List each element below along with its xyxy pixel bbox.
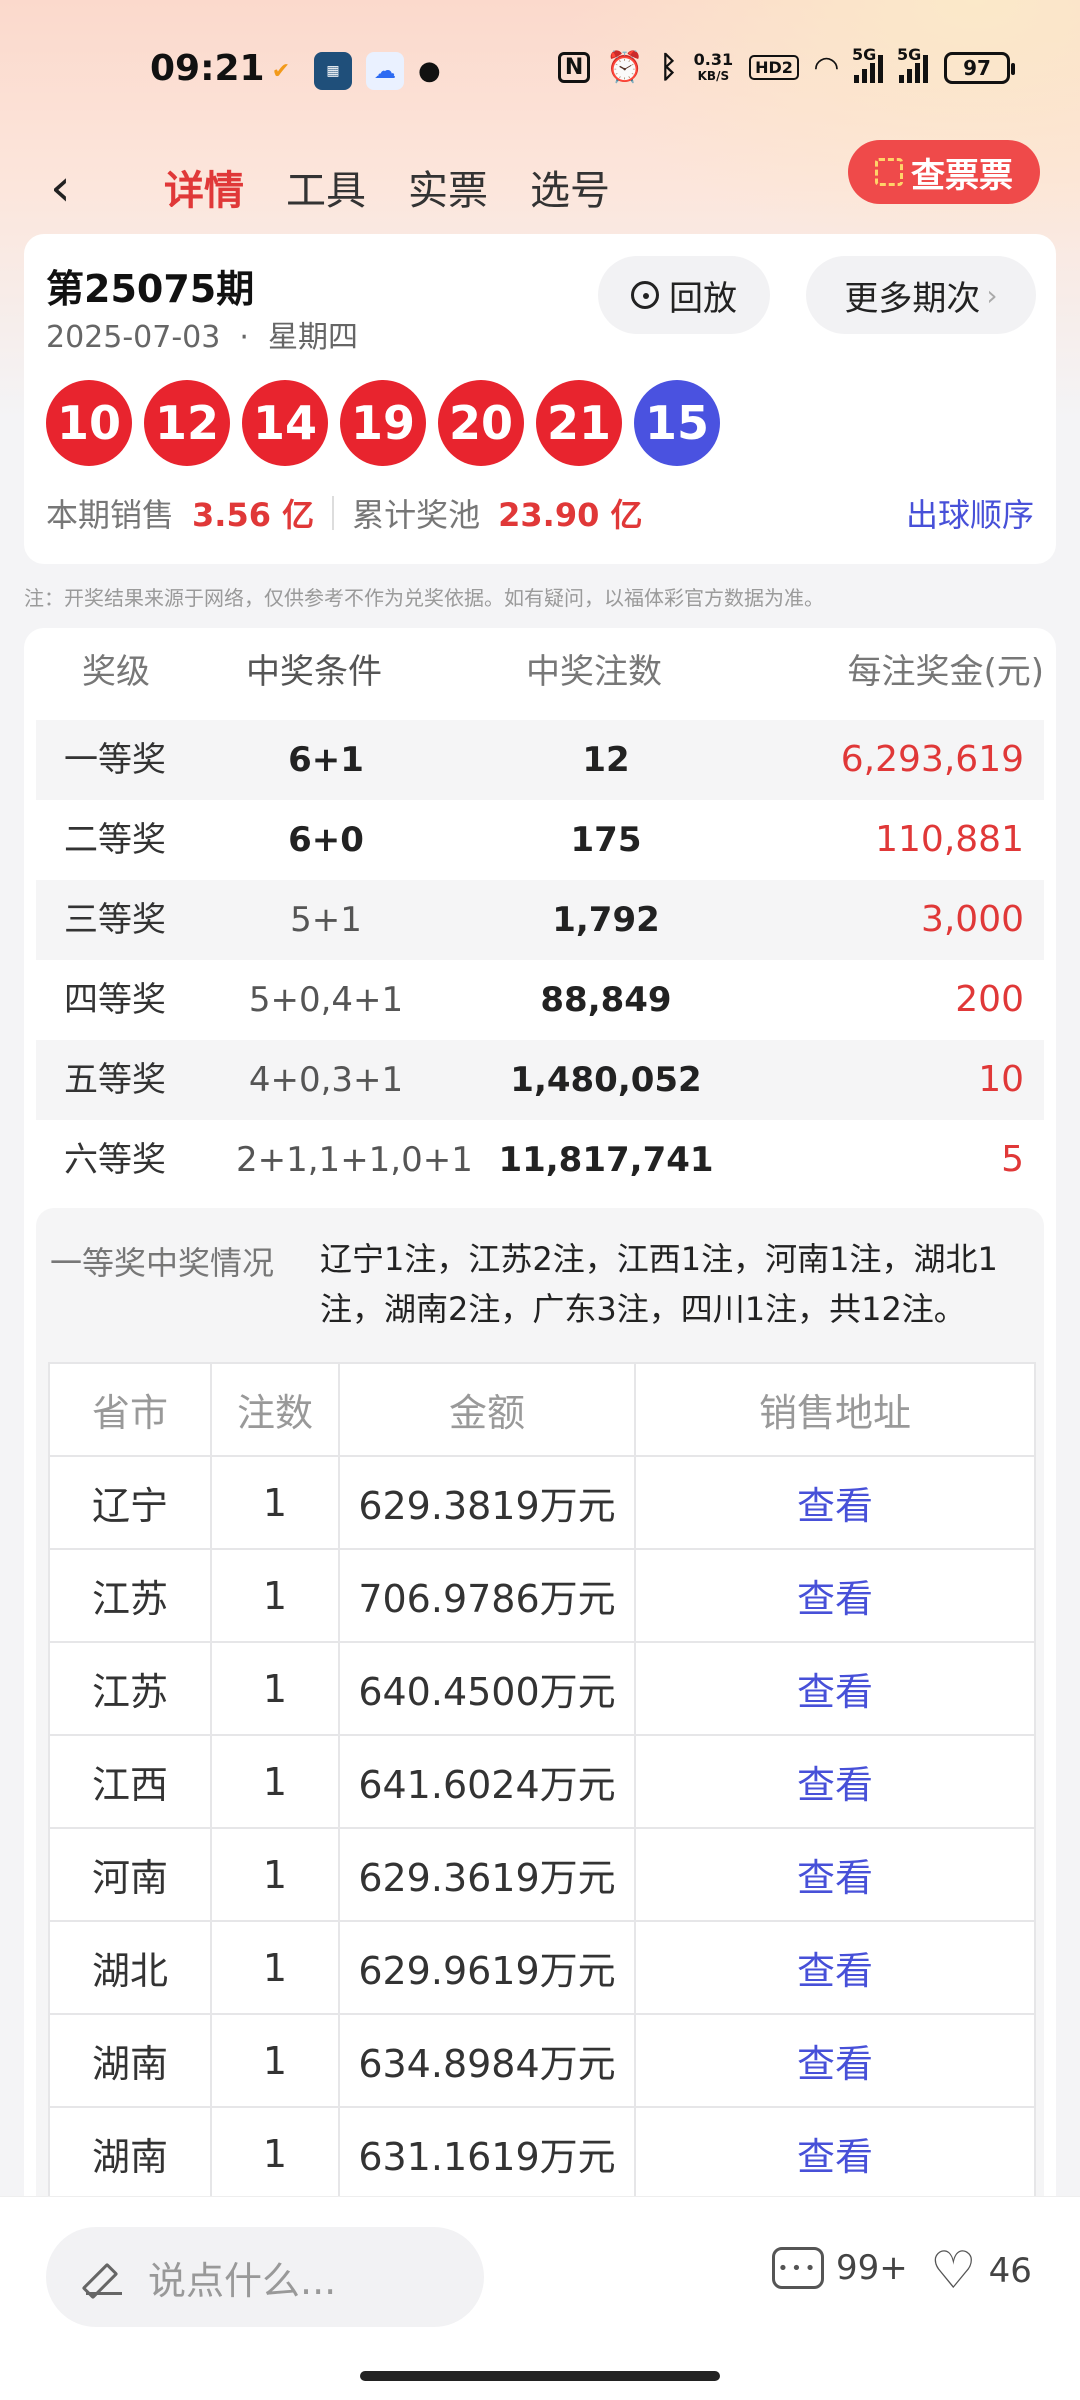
prize-row: 五等奖 4+0,3+1 1,480,052 10 [36,1040,1044,1120]
battery-icon: 97 [944,51,1015,84]
prize-row: 二等奖 6+0 175 110,881 [64,819,1024,860]
red-ball: 10 [46,380,132,466]
blue-ball: 15 [634,380,720,466]
view-address-link[interactable]: 查看 [634,2106,1036,2201]
replay-button[interactable]: 回放 [598,256,770,334]
sales-info: 本期销售 3.56 亿 累计奖池 23.90 亿 [46,490,643,536]
red-ball: 12 [144,380,230,466]
pen-icon [86,2259,122,2295]
status-bar: 09:21 ✔ ▦ ☁ ● N ⏰ ᛒ 0.31 KB/S HD2 ◠ 5G 5… [0,40,1080,104]
nfc-icon: N [557,52,591,83]
disclaimer-note: 注：开奖结果来源于网络，仅供参考不作为兑奖依据。如有疑问，以福体彩官方数据为准。 [24,586,824,610]
sales-value: 3.56 亿 [192,496,315,534]
comment-bubble-icon: ••• [772,2247,824,2289]
signal-icon-2: 5G [897,45,928,83]
table-row: 江西 1 641.6024万元 查看 [48,1734,1036,1829]
first-prize-detail: 一等奖中奖情况 辽宁1注，江苏2注，江西1注，河南1注，湖北1注，湖南2注，广东… [36,1208,1044,2308]
bluetooth-icon: ᛒ [659,50,678,85]
red-ball: 14 [242,380,328,466]
view-address-link[interactable]: 查看 [634,1548,1036,1643]
alarm-icon: ⏰ [606,50,644,85]
view-address-link[interactable]: 查看 [634,1734,1036,1829]
back-chevron-icon[interactable]: ‹ [50,160,90,220]
winning-numbers: 10 12 14 19 20 21 15 [46,380,720,466]
chevron-right-icon: › [986,278,998,312]
first-prize-label: 一等奖中奖情况 [50,1244,275,1282]
tab-bar: 详情 工具 实票 选号 [164,158,610,216]
prize-table: 奖级 中奖条件 中奖注数 每注奖金(元) 一等奖 6+1 12 6,293,61… [24,628,1056,2308]
comments-button[interactable]: ••• 99+ [772,2247,908,2289]
home-indicator[interactable] [360,2371,720,2381]
hd-icon: HD2 [749,55,799,80]
heart-icon: ♡ [930,2241,977,2301]
signal-icon-1: 5G [852,45,883,83]
table-row: 湖南 1 631.1619万元 查看 [48,2106,1036,2201]
view-address-link[interactable]: 查看 [634,1827,1036,1922]
prize-row: 三等奖 5+1 1,792 3,000 [36,880,1044,960]
table-row: 湖北 1 629.9619万元 查看 [48,1920,1036,2015]
prize-row: 六等奖 2+1,1+1,0+1 11,817,741 5 [64,1139,1024,1180]
top-nav: ‹ 详情 工具 实票 选号 查票票 [0,140,1080,236]
table-row: 河南 1 629.3619万元 查看 [48,1827,1036,1922]
view-address-link[interactable]: 查看 [634,1455,1036,1550]
view-address-link[interactable]: 查看 [634,1920,1036,2015]
prize-table-header: 奖级 中奖条件 中奖注数 每注奖金(元) [82,652,1044,692]
cloud-icon: ☁ [366,52,404,90]
status-time: 09:21 [150,48,265,89]
tab-pick-numbers[interactable]: 选号 [530,158,610,216]
first-prize-summary: 辽宁1注，江苏2注，江西1注，河南1注，湖北1注，湖南2注，广东3注，四川1注，… [320,1240,998,1328]
view-address-link[interactable]: 查看 [634,2013,1036,2108]
replay-icon [631,281,659,309]
red-ball: 21 [536,380,622,466]
check-ticket-button[interactable]: 查票票 [848,140,1040,204]
app-notification-icon: ✔ [271,58,291,84]
red-ball: 20 [438,380,524,466]
scan-icon [875,158,903,186]
table-row: 辽宁 1 629.3819万元 查看 [48,1455,1036,1550]
app-notification-icon: ▦ [314,52,352,90]
like-count: 46 [988,2251,1032,2291]
comment-input[interactable]: 说点什么... [46,2227,484,2327]
issue-number: 第25075期 [46,267,255,311]
red-ball: 19 [340,380,426,466]
dot-icon: ● [418,56,441,86]
view-address-link[interactable]: 查看 [634,1641,1036,1736]
draw-date: 2025-07-03 · 星期四 [46,320,359,355]
table-row: 江苏 1 706.9786万元 查看 [48,1548,1036,1643]
wifi-icon: ◠ [814,50,838,85]
first-prize-province-table: 省市 注数 金额 销售地址 辽宁 1 629.3819万元 查看 江苏 1 70… [48,1362,1036,2201]
system-icons: N ⏰ ᛒ 0.31 KB/S HD2 ◠ 5G 5G 97 [557,45,1015,85]
tab-tools[interactable]: 工具 [286,158,366,216]
draw-result-card: 第25075期 2025-07-03 · 星期四 回放 更多期次 › 10 12… [24,234,1056,564]
pool-value: 23.90 亿 [498,496,643,534]
tab-real-tickets[interactable]: 实票 [408,158,488,216]
like-button[interactable]: ♡ 46 [930,2241,1032,2301]
network-speed: 0.31 KB/S [693,49,734,83]
ball-order-link[interactable]: 出球顺序 [906,490,1034,536]
province-table-header: 省市 注数 金额 销售地址 [48,1362,1036,1457]
notification-icons: ✔ ▦ ☁ ● [262,52,441,90]
table-row: 江苏 1 640.4500万元 查看 [48,1641,1036,1736]
more-issues-button[interactable]: 更多期次 › [806,256,1036,334]
tab-details[interactable]: 详情 [164,158,244,216]
prize-row: 四等奖 5+0,4+1 88,849 200 [64,979,1024,1020]
table-row: 湖南 1 634.8984万元 查看 [48,2013,1036,2108]
comment-count: 99+ [836,2248,908,2288]
prize-row: 一等奖 6+1 12 6,293,619 [36,720,1044,800]
bottom-action-bar: 说点什么... ••• 99+ ♡ 46 [0,2196,1080,2400]
